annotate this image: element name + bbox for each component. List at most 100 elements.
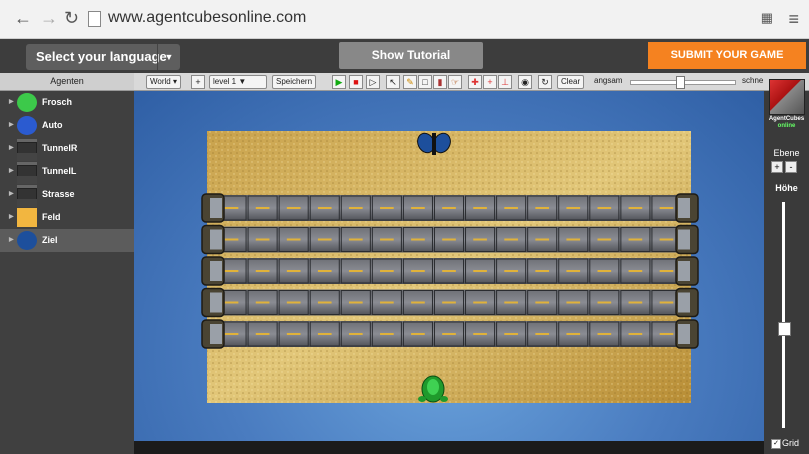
level-select-label: level 1 <box>213 77 237 86</box>
lane-marking <box>286 270 301 272</box>
pencil-tool-icon[interactable]: ✎ <box>403 75 417 89</box>
agent-label: TunnelL <box>42 166 77 176</box>
lane-marking <box>473 207 487 209</box>
agent-item-feld[interactable]: ▶ Feld <box>0 206 134 229</box>
lane-marking <box>224 301 239 304</box>
save-button[interactable]: Speichern <box>272 75 317 89</box>
world-view[interactable] <box>134 91 764 441</box>
grid-checkbox[interactable]: ✓ <box>771 439 781 449</box>
world-menu[interactable]: World ▾ <box>146 75 181 89</box>
add-level-button[interactable]: + <box>191 75 205 89</box>
eraser-tool-icon[interactable]: ▮ <box>433 75 447 89</box>
lane-marking <box>317 270 332 272</box>
speed-slider-handle[interactable] <box>676 76 685 89</box>
agent-label: Ziel <box>42 235 58 245</box>
reload-icon[interactable]: ↻ <box>64 8 79 28</box>
lane-marking <box>317 238 332 241</box>
lane-marking <box>597 301 612 304</box>
expand-triangle-icon[interactable]: ▶ <box>9 137 14 160</box>
tunnel-opening <box>210 324 222 344</box>
agent-item-strasse[interactable]: ▶ Strasse <box>0 183 134 207</box>
tunnel-opening <box>678 198 690 218</box>
speed-slow-label: angsam <box>594 76 623 85</box>
browser-toolbar: ← → ↻ www.agentcubesonline.com ▦ ≡ <box>0 0 809 39</box>
move-tool-icon[interactable]: ✚ <box>468 75 482 89</box>
level-select[interactable]: level 1 ▼ <box>209 75 267 89</box>
tunnel-opening <box>678 261 690 281</box>
ebene-plus-button[interactable]: + <box>771 161 783 173</box>
lane-marking <box>286 207 301 209</box>
lane-marking <box>286 333 301 335</box>
expand-triangle-icon[interactable]: ▶ <box>9 183 14 206</box>
lane-marking <box>535 270 550 272</box>
translate-extension-icon[interactable]: ▦ <box>761 10 773 26</box>
submit-game-button[interactable]: SUBMIT YOUR GAME <box>648 42 806 69</box>
lane-marking <box>286 238 301 241</box>
add-tool-icon[interactable]: + <box>483 75 497 89</box>
lane-marking <box>535 301 550 304</box>
expand-triangle-icon[interactable]: ▶ <box>9 160 14 183</box>
road-row[interactable] <box>201 224 699 255</box>
step-icon[interactable]: ▷ <box>366 75 380 89</box>
lane-marking <box>535 333 550 335</box>
right-panel <box>764 91 809 454</box>
lane-marking <box>628 333 643 335</box>
lane-marking <box>224 238 239 241</box>
lane-marking <box>286 301 301 304</box>
ebene-minus-button[interactable]: - <box>785 161 797 173</box>
lane-marking <box>380 301 394 304</box>
pointer-tool-icon[interactable]: ↖ <box>386 75 400 89</box>
lane-marking <box>473 301 487 304</box>
language-select[interactable]: Select your language ▼ <box>26 44 180 70</box>
road-row[interactable] <box>201 287 699 318</box>
agent-item-ziel[interactable]: ▶ Ziel <box>0 229 134 252</box>
lane-marking <box>659 238 674 241</box>
lane-marking <box>659 270 674 272</box>
layer-tool-icon[interactable]: ⊥ <box>498 75 512 89</box>
back-arrow-icon[interactable]: ← <box>14 8 32 28</box>
lane-marking <box>317 301 332 304</box>
drag-tool-icon[interactable]: ☞ <box>448 75 462 89</box>
expand-triangle-icon[interactable]: ▶ <box>9 206 14 229</box>
clear-button[interactable]: Clear <box>557 75 585 89</box>
lane-marking <box>628 238 643 241</box>
lane-marking <box>411 270 425 272</box>
agent-item-auto[interactable]: ▶ Auto <box>0 114 134 137</box>
road-row[interactable] <box>201 256 699 286</box>
hoehe-slider[interactable] <box>782 202 785 428</box>
expand-triangle-icon[interactable]: ▶ <box>9 229 14 252</box>
agent-list: ▶ Frosch ▶ Auto ▶ TunnelR ▶ TunnelL ▶ Strasse ▶ Fel… <box>0 91 134 252</box>
lane-marking <box>411 207 425 209</box>
hoehe-slider-handle[interactable] <box>778 322 791 336</box>
rectangle-tool-icon[interactable]: □ <box>418 75 432 89</box>
lane-marking <box>597 270 612 272</box>
agent-item-tunnelr[interactable]: ▶ TunnelR <box>0 137 134 161</box>
road-row[interactable] <box>201 193 699 223</box>
reset-icon[interactable]: ↻ <box>538 75 552 89</box>
lane-marking <box>628 207 643 209</box>
language-select-label: Select your language <box>36 49 167 64</box>
agent-item-frosch[interactable]: ▶ Frosch <box>0 91 134 114</box>
lane-marking <box>317 207 332 209</box>
agent-label: Feld <box>42 212 61 222</box>
tunnel-opening <box>678 292 690 313</box>
stop-icon[interactable]: ■ <box>349 75 363 89</box>
lane-marking <box>659 207 674 209</box>
play-icon[interactable]: ▶ <box>332 75 346 89</box>
chevron-down-icon[interactable]: ▼ <box>157 44 180 70</box>
forward-arrow-icon[interactable]: → <box>40 8 58 28</box>
lane-marking <box>473 333 487 335</box>
expand-triangle-icon[interactable]: ▶ <box>9 91 14 114</box>
lane-marking <box>224 270 239 272</box>
camera-tool-icon[interactable]: ◉ <box>518 75 532 89</box>
expand-triangle-icon[interactable]: ▶ <box>9 114 14 137</box>
page-icon <box>88 11 101 27</box>
agent-item-tunnell[interactable]: ▶ TunnelL <box>0 160 134 184</box>
browser-menu-icon[interactable]: ≡ <box>788 9 799 30</box>
show-tutorial-button[interactable]: Show Tutorial <box>339 42 483 69</box>
address-bar[interactable]: www.agentcubesonline.com <box>108 5 748 31</box>
lane-marking <box>473 270 487 272</box>
lane-marking <box>348 333 363 335</box>
world-canvas[interactable] <box>134 91 764 441</box>
road-row[interactable] <box>201 319 699 349</box>
